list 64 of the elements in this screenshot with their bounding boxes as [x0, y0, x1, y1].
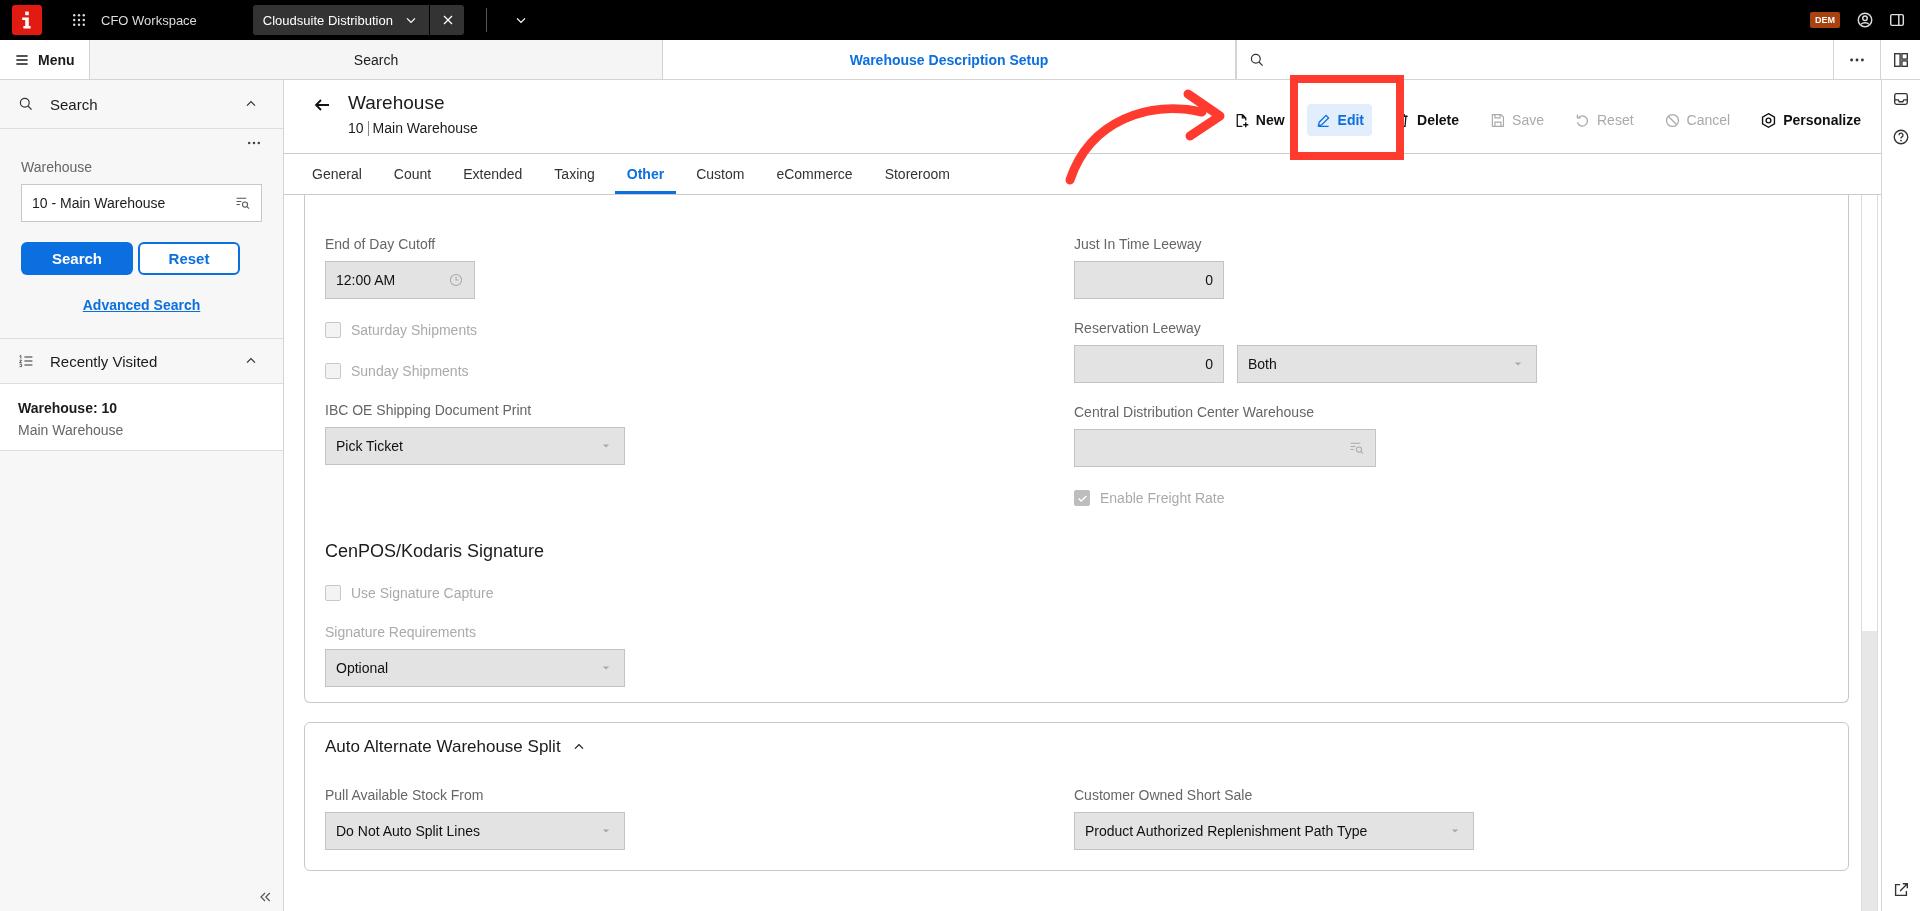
panel-title: Recently Visited: [50, 352, 159, 370]
search-field[interactable]: [1236, 40, 1834, 79]
number-field[interactable]: 0: [1074, 261, 1224, 299]
search-icon: [18, 96, 34, 112]
workspace-title[interactable]: CFO Workspace: [101, 12, 197, 28]
field-label: Customer Owned Short Sale: [1074, 787, 1254, 803]
dropdown[interactable]: Do Not Auto Split Lines: [325, 812, 625, 850]
tab[interactable]: Extended: [451, 154, 535, 194]
tab[interactable]: Taxing: [542, 154, 607, 194]
checkbox-label: Use Signature Capture: [351, 585, 494, 601]
scrollbar[interactable]: [1861, 195, 1878, 911]
external-link-icon[interactable]: [1892, 881, 1910, 899]
user-badge[interactable]: DEM: [1810, 12, 1840, 28]
warehouse-field[interactable]: 10 - Main Warehouse: [21, 184, 262, 222]
edit-button[interactable]: Edit: [1306, 104, 1373, 136]
page-tab[interactable]: Search: [90, 40, 663, 79]
search-button[interactable]: Search: [21, 242, 133, 275]
advanced-search-link[interactable]: Advanced Search: [82, 297, 201, 313]
field-label: Just In Time Leeway: [1074, 236, 1203, 252]
new-button[interactable]: New: [1224, 104, 1293, 136]
time-field[interactable]: 12:00 AM: [325, 261, 475, 299]
field-label: Reservation Leeway: [1074, 320, 1202, 336]
open-tab[interactable]: Cloudsuite Distribution: [252, 5, 464, 35]
dropdown[interactable]: Product Authorized Replenishment Path Type: [1074, 812, 1474, 850]
field-label: End of Day Cutoff: [325, 236, 437, 252]
user-icon[interactable]: [1856, 11, 1874, 29]
panel-title: Search: [50, 95, 99, 113]
section-title: Auto Alternate Warehouse Split: [325, 737, 561, 757]
record-title: Warehouse: [348, 92, 446, 114]
reset-button[interactable]: Reset: [138, 242, 240, 275]
panel-icon[interactable]: [1888, 11, 1906, 29]
inbox-icon[interactable]: [1892, 90, 1910, 108]
dropdown[interactable]: Both: [1237, 345, 1537, 383]
checkbox-label: Sunday Shipments: [351, 363, 469, 379]
help-icon[interactable]: [1892, 128, 1910, 146]
search-icon: [1249, 51, 1265, 68]
delete-button[interactable]: Delete: [1386, 104, 1468, 136]
app-grid-icon[interactable]: [71, 12, 87, 28]
record-name: Main Warehouse: [372, 120, 478, 136]
tab[interactable]: General: [300, 154, 374, 194]
field-label: Warehouse: [21, 159, 94, 175]
app-logo[interactable]: [12, 5, 42, 35]
layout-icon[interactable]: [1891, 50, 1910, 69]
lookup-field[interactable]: [1074, 429, 1376, 467]
tab[interactable]: Storeroom: [872, 154, 962, 194]
tab[interactable]: Count: [381, 154, 444, 194]
lookup-icon[interactable]: [235, 195, 251, 211]
field-label: Central Distribution Center Warehouse: [1074, 404, 1315, 420]
dropdown[interactable]: Pick Ticket: [325, 427, 625, 465]
tab[interactable]: Other: [614, 154, 677, 194]
recent-item[interactable]: Warehouse: 10 Main Warehouse: [0, 384, 283, 451]
personalize-button[interactable]: Personalize: [1752, 104, 1869, 136]
field-label: Signature Requirements: [325, 624, 477, 640]
tab[interactable]: eCommerce: [764, 154, 865, 194]
list-icon: [18, 353, 34, 369]
tab[interactable]: Custom: [684, 154, 757, 194]
record-id: 10: [348, 120, 364, 136]
field-label: IBC OE Shipping Document Print: [325, 402, 533, 418]
hexagon-gear-icon[interactable]: [1760, 111, 1778, 129]
number-field[interactable]: 0: [1074, 345, 1224, 383]
section-heading: CenPOS/Kodaris Signature: [325, 541, 546, 562]
checkbox-label: Saturday Shipments: [351, 322, 478, 338]
field-label: Pull Available Stock From: [325, 787, 485, 803]
checkbox-label: Enable Freight Rate: [1100, 490, 1225, 506]
